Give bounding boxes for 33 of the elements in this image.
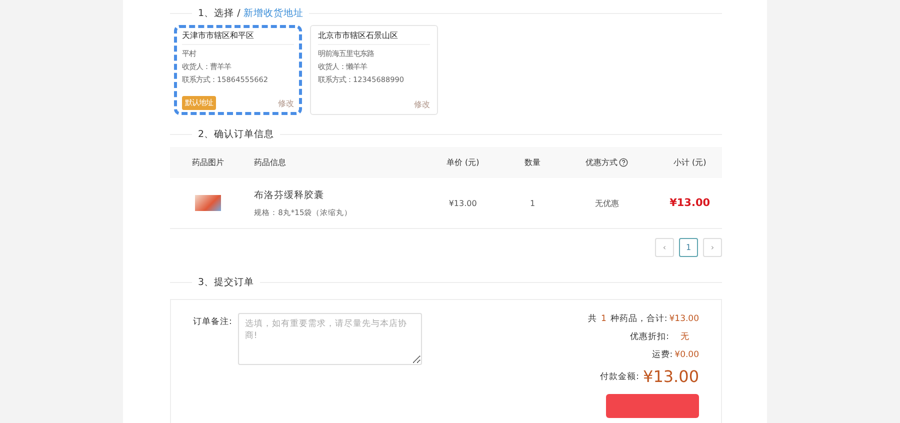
medicine-image-placeholder xyxy=(195,195,222,211)
payment-label: 付款金额: xyxy=(600,370,640,382)
section-title: 2、确认订单信息 xyxy=(198,128,274,140)
column-header: 单价 (元) xyxy=(445,157,480,168)
next-page-button[interactable]: › xyxy=(703,238,722,257)
discount-value: 无 xyxy=(680,331,690,343)
add-address-link[interactable]: 新增收货地址 xyxy=(243,6,304,20)
column-header: 优惠方式 xyxy=(556,157,658,168)
previous-page-button[interactable]: ‹ xyxy=(655,238,674,257)
address-region: 北京市市辖区石景山区 xyxy=(318,30,430,45)
subtotal-cell-text: ¥13.00 xyxy=(668,197,712,209)
medicine-name: 布洛芬缓释胶囊 xyxy=(254,188,324,202)
shipping-value: ¥0.00 xyxy=(674,350,699,360)
edit-link[interactable]: 修改 xyxy=(414,99,430,110)
column-header: 小计 (元) xyxy=(672,157,708,168)
payment-amount: ¥13.00 xyxy=(643,367,699,386)
table-cell-text: 无优惠 xyxy=(594,198,620,208)
section-title: 1、选择 / xyxy=(198,6,240,20)
remark-input-field[interactable]: 选填，如有重要需求，请尽量先与本店协商! xyxy=(238,313,422,365)
column-header: 药品信息 xyxy=(253,157,288,168)
edit-link[interactable]: 修改 xyxy=(278,98,294,108)
address-region: 天津市市辖区和平区 xyxy=(182,30,294,45)
summary-text: 共 1 种药品，合计: ¥13.00 xyxy=(588,313,699,325)
table-cell-text: ¥13.00 xyxy=(448,198,478,208)
section-title: 3、提交订单 xyxy=(198,276,254,288)
page-button[interactable]: 1 xyxy=(679,238,698,257)
discount-label: 优惠折扣: xyxy=(630,331,669,343)
shipping-label: 运费: xyxy=(652,349,673,361)
column-header: 数量 xyxy=(524,157,542,168)
remark-label: 订单备注: xyxy=(193,316,232,329)
help-icon[interactable] xyxy=(619,158,628,167)
column-header: 药品图片 xyxy=(191,157,226,168)
table-cell-text: 1 xyxy=(529,198,536,208)
